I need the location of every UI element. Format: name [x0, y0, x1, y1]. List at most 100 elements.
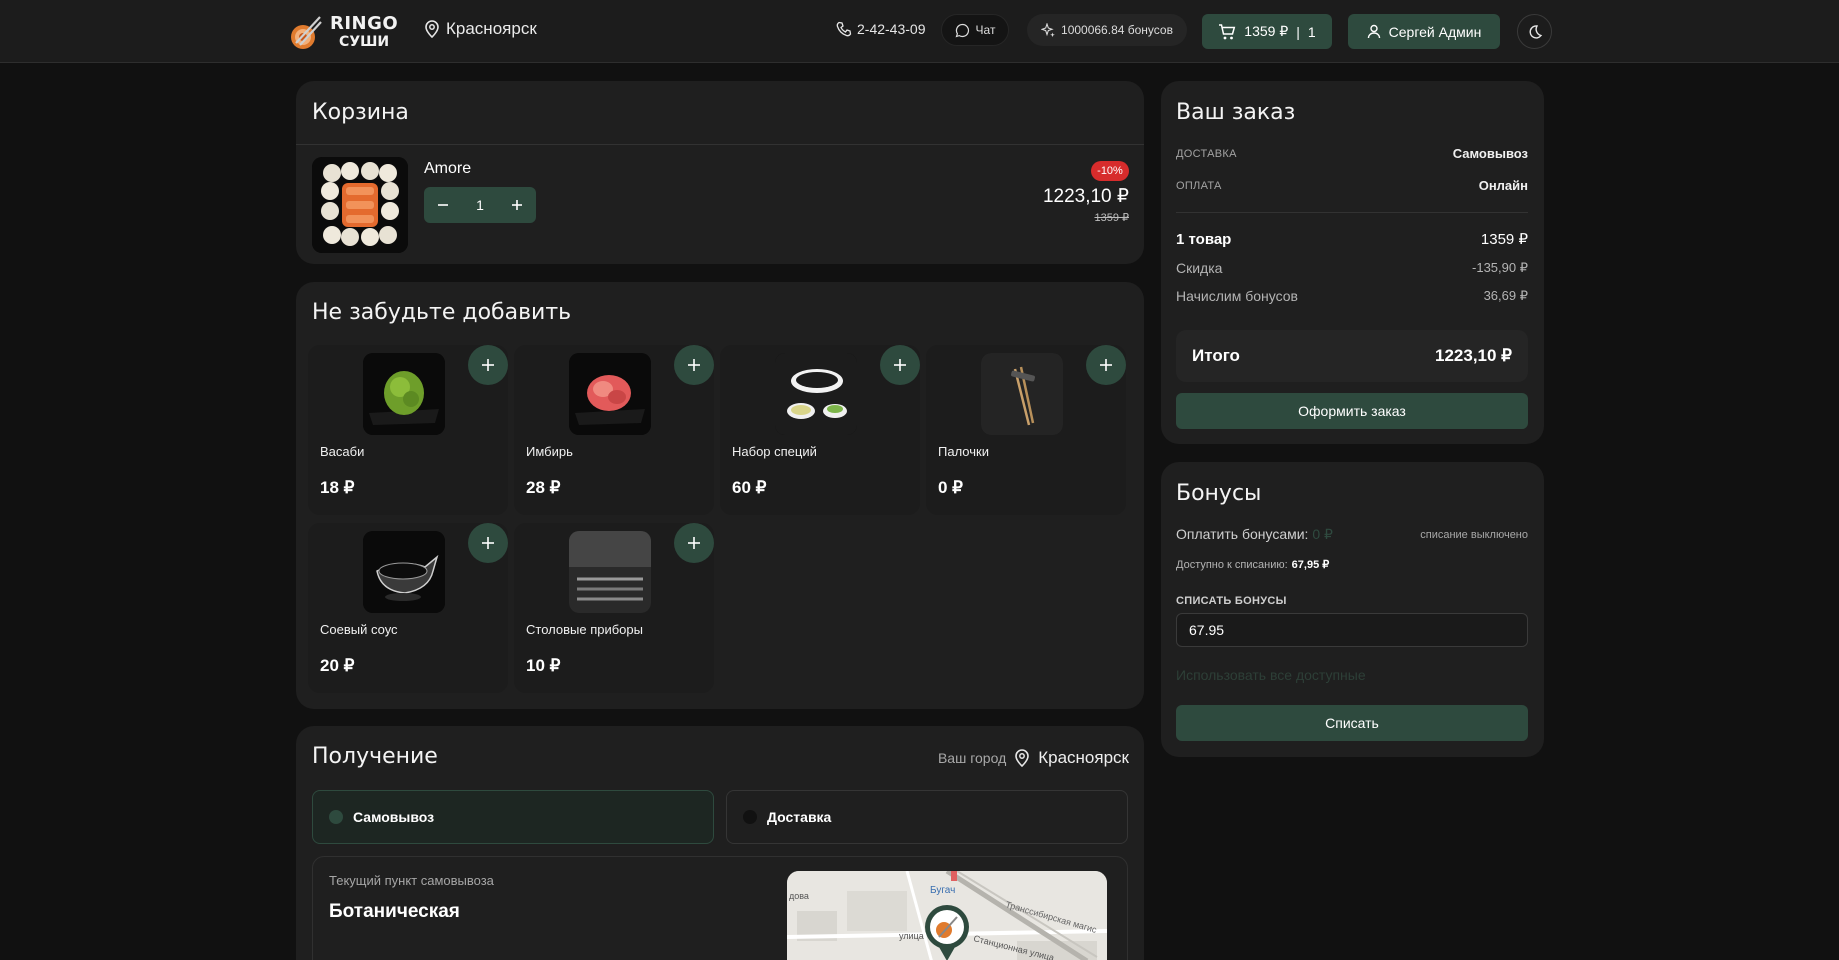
option-pickup[interactable]: Самовывоз	[312, 790, 714, 844]
bonus-accrual-row: Начислим бонусов 36,69 ₽	[1176, 288, 1528, 304]
upsell-card-spices[interactable]: Набор специй 60 ₽	[720, 345, 920, 515]
discount-row: Скидка -135,90 ₽	[1176, 260, 1528, 276]
logo-icon	[288, 13, 322, 51]
bonus-available-label: Доступно к списанию:	[1176, 558, 1288, 571]
user-button[interactable]: Сергей Админ	[1348, 14, 1500, 49]
product-image-soy-sauce	[363, 531, 445, 613]
user-icon	[1367, 24, 1381, 39]
bonus-title: Бонусы	[1176, 481, 1262, 506]
total-label: Итого	[1192, 346, 1240, 365]
items-value: 1359 ₽	[1480, 231, 1528, 248]
checkout-button[interactable]: Оформить заказ	[1176, 393, 1528, 429]
cart-item-price: 1223,10 ₽	[1042, 186, 1129, 207]
cart-item-name[interactable]: Amore	[424, 160, 471, 178]
cart-title: Корзина	[312, 100, 409, 125]
bonus-pay-value: 0 ₽	[1312, 526, 1333, 542]
receive-title: Получение	[312, 744, 438, 769]
option-label: Доставка	[767, 809, 832, 825]
theme-toggle[interactable]	[1517, 14, 1552, 49]
pickup-name: Ботаническая	[329, 901, 460, 922]
logo[interactable]: RINGO СУШИ	[288, 10, 408, 54]
add-ginger-button[interactable]	[674, 345, 714, 385]
cart-button[interactable]: 1359 ₽ | 1	[1202, 14, 1332, 49]
receive-city-name: Красноярск	[1038, 748, 1129, 767]
your-city-label: Ваш город	[937, 750, 1007, 766]
bonus-pay-label: Оплатить бонусами:	[1176, 526, 1309, 542]
use-all-link[interactable]: Использовать все доступные	[1176, 667, 1366, 683]
cart-panel: Корзина Amore 1 -10% 1223,10 ₽ 1359 ₽	[296, 81, 1144, 264]
location-pin-icon	[424, 20, 440, 38]
upsell-card-ginger[interactable]: Имбирь 28 ₽	[514, 345, 714, 515]
upsell-panel: Не забудьте добавить Васаби 18 ₽ Имбирь …	[296, 282, 1144, 709]
location-pin-icon	[1014, 749, 1030, 767]
upsell-card-soy-sauce[interactable]: Соевый соус 20 ₽	[308, 523, 508, 693]
bonus-available-row: Доступно к списанию: 67,95 ₽	[1176, 558, 1528, 572]
add-spices-button[interactable]	[880, 345, 920, 385]
delivery-row: ДОСТАВКА Самовывоз	[1176, 146, 1528, 161]
upsell-price: 18 ₽	[320, 478, 355, 497]
write-off-button[interactable]: Списать	[1176, 705, 1528, 741]
upsell-card-cutlery[interactable]: Столовые приборы 10 ₽	[514, 523, 714, 693]
bonus-balance[interactable]: 1000066.84 бонусов	[1027, 14, 1187, 46]
upsell-card-chopsticks[interactable]: Палочки 0 ₽	[926, 345, 1126, 515]
chat-label: Чат	[975, 23, 996, 37]
chat-bubble-icon	[955, 23, 970, 38]
receive-panel: Получение Ваш город Красноярск Самовывоз…	[296, 726, 1144, 960]
receive-city[interactable]: Ваш город Красноярск	[938, 748, 1129, 768]
upsell-title: Не забудьте добавить	[312, 300, 572, 325]
bonus-pay-row: Оплатить бонусами: 0 ₽ списание выключен…	[1176, 526, 1528, 543]
minus-button[interactable]	[437, 199, 449, 211]
logo-line2: СУШИ	[339, 34, 390, 50]
moon-icon	[1527, 24, 1543, 40]
sparkle-icon	[1041, 22, 1056, 38]
add-chopsticks-button[interactable]	[1086, 345, 1126, 385]
bonus-input-label: СПИСАТЬ БОНУСЫ	[1176, 595, 1287, 607]
plus-button[interactable]	[511, 199, 523, 211]
add-cutlery-button[interactable]	[674, 523, 714, 563]
logo-text: RINGO СУШИ	[330, 15, 398, 50]
upsell-name: Васаби	[320, 444, 365, 459]
option-delivery[interactable]: Доставка	[726, 790, 1128, 844]
quantity-stepper: 1	[424, 187, 536, 223]
total-value: 1223,10 ₽	[1435, 346, 1512, 365]
divider	[1176, 212, 1528, 213]
upsell-name: Столовые приборы	[526, 622, 643, 637]
product-image-chopsticks	[981, 353, 1063, 435]
option-label: Самовывоз	[353, 809, 435, 825]
order-summary-panel: Ваш заказ ДОСТАВКА Самовывоз ОПЛАТА Онла…	[1161, 81, 1544, 444]
cart-item-old-price: 1359 ₽	[1094, 212, 1129, 224]
pickup-map[interactable]: Бугач Станционная улица Транссибирская м…	[787, 871, 1107, 960]
pickup-point-box: Текущий пункт самовывоза Ботаническая Бу…	[312, 856, 1128, 960]
divider	[296, 144, 1144, 145]
top-header: RINGO СУШИ Красноярск 2-42-43-09 Чат 100…	[0, 0, 1839, 63]
bonus-available-value: 67,95 ₽	[1291, 559, 1330, 571]
items-label: 1 товар	[1176, 230, 1232, 248]
cart-separator: |	[1296, 23, 1300, 40]
add-wasabi-button[interactable]	[468, 345, 508, 385]
bonus-accrual-label: Начислим бонусов	[1176, 288, 1298, 304]
pickup-label: Текущий пункт самовывоза	[329, 873, 494, 888]
total-box: Итого 1223,10 ₽	[1176, 330, 1528, 382]
upsell-price: 0 ₽	[938, 478, 963, 497]
delivery-label: ДОСТАВКА	[1176, 147, 1237, 160]
delivery-value: Самовывоз	[1452, 146, 1528, 161]
upsell-price: 10 ₽	[526, 656, 561, 675]
upsell-name: Имбирь	[526, 444, 573, 459]
phone-link[interactable]: 2-42-43-09	[836, 21, 926, 37]
order-title: Ваш заказ	[1176, 100, 1296, 125]
upsell-price: 20 ₽	[320, 656, 355, 675]
payment-label: ОПЛАТА	[1176, 179, 1222, 192]
cart-count: 1	[1307, 23, 1316, 40]
bonus-status: списание выключено	[1420, 528, 1528, 541]
upsell-name: Палочки	[938, 444, 989, 459]
payment-value: Онлайн	[1478, 178, 1528, 193]
chat-button[interactable]: Чат	[941, 14, 1009, 46]
city-selector[interactable]: Красноярск	[424, 19, 537, 39]
product-image-cutlery	[569, 531, 651, 613]
bonus-amount-input[interactable]	[1176, 613, 1528, 647]
upsell-card-wasabi[interactable]: Васаби 18 ₽	[308, 345, 508, 515]
cart-sum: 1359 ₽	[1244, 23, 1289, 39]
add-soy-sauce-button[interactable]	[468, 523, 508, 563]
bonus-accrual-value: 36,69 ₽	[1483, 288, 1528, 303]
upsell-name: Набор специй	[732, 444, 817, 459]
